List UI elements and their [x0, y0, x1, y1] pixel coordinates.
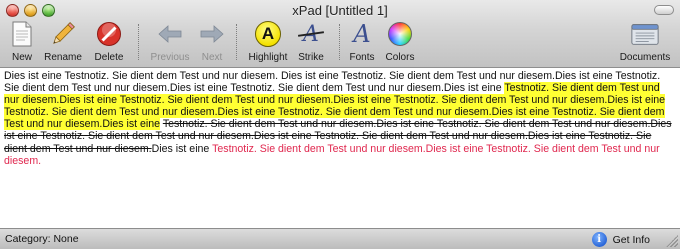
arrow-right-icon — [197, 20, 227, 48]
new-note-icon — [7, 20, 37, 48]
rename-button[interactable]: Rename — [41, 20, 85, 63]
documents-button[interactable]: Documents — [614, 20, 676, 63]
colors-button[interactable]: Colors — [378, 20, 422, 63]
note-text-area[interactable]: Dies ist eine Testnotiz. Sie dient dem T… — [0, 69, 680, 228]
fonts-icon: A — [347, 20, 377, 48]
highlight-button[interactable]: A Highlight — [245, 20, 291, 63]
fonts-label: Fonts — [349, 52, 375, 63]
resize-grip[interactable] — [666, 235, 678, 247]
next-button[interactable]: Next — [190, 20, 234, 63]
color-wheel-icon — [385, 20, 415, 48]
strike-button[interactable]: A Strike — [289, 20, 333, 63]
previous-button[interactable]: Previous — [145, 20, 195, 63]
highlight-label: Highlight — [248, 52, 288, 63]
status-bar: Category: None i Get Info — [0, 228, 680, 249]
window-title: xPad [Untitled 1] — [292, 3, 388, 18]
delete-button[interactable]: Delete — [87, 20, 131, 63]
highlight-icon: A — [253, 20, 283, 48]
delete-label: Delete — [94, 52, 124, 63]
documents-label: Documents — [619, 52, 671, 63]
toolbar: New Rename Delete Previous Next A Highli… — [0, 20, 680, 66]
delete-icon — [94, 20, 124, 48]
arrow-left-icon — [155, 20, 185, 48]
toolbar-separator — [236, 24, 237, 60]
colors-label: Colors — [385, 52, 415, 63]
previous-label: Previous — [150, 52, 190, 63]
text-run-plain: Dies ist eine — [151, 142, 213, 155]
xpad-window: xPad [Untitled 1] New Rename Delete Prev… — [0, 0, 680, 249]
strikethrough-icon: A — [296, 20, 326, 48]
info-icon: i — [591, 232, 607, 247]
next-label: Next — [201, 52, 223, 63]
category-label: Category: None — [5, 233, 79, 245]
strike-label: Strike — [298, 52, 324, 63]
new-label: New — [11, 52, 32, 63]
get-info-button[interactable]: i Get Info — [591, 232, 650, 247]
documents-icon — [630, 20, 660, 48]
toolbar-separator — [138, 24, 139, 60]
new-button[interactable]: New — [0, 20, 44, 63]
highlight-glyph: A — [255, 21, 281, 47]
toolbar-toggle-button[interactable] — [654, 5, 674, 15]
pencil-icon — [48, 20, 78, 48]
get-info-label: Get Info — [612, 233, 650, 246]
fonts-glyph: A — [353, 20, 371, 48]
rename-label: Rename — [44, 52, 82, 63]
title-toolbar-area: xPad [Untitled 1] New Rename Delete Prev… — [0, 0, 680, 68]
